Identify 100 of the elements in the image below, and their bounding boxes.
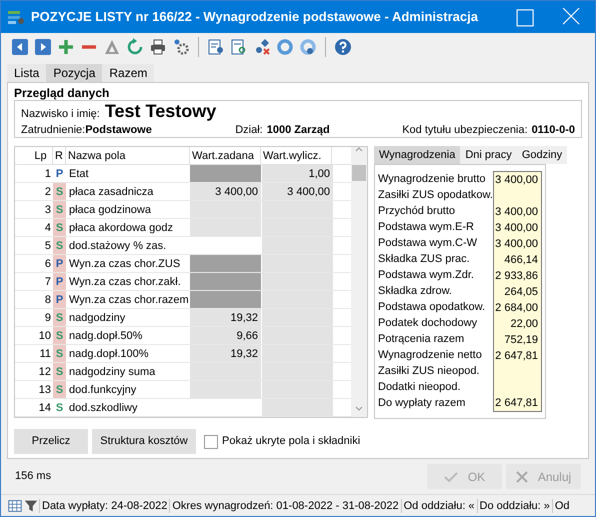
timing-text: 156 ms [15, 469, 52, 484]
row-number: 6 [44, 257, 52, 272]
tab[interactable]: Wynagrodzenia [374, 146, 460, 164]
status-text: Od oddziału: « [400, 498, 477, 512]
table-cell-text: płaca zasadnicza [68, 185, 154, 200]
value-cell[interactable] [190, 255, 261, 272]
type-label: P [53, 273, 66, 290]
summary-label: Składka zdrow. [378, 284, 453, 299]
table-cell-text: dod.stażowy % zas. [68, 239, 168, 254]
checkbox[interactable] [204, 434, 218, 448]
summary-value: 2 647,81 [494, 396, 539, 412]
value-cell: 3 400,00 [262, 183, 333, 200]
summary-label: Podstawa wym.C-W [378, 236, 478, 251]
table-icon[interactable] [7, 498, 23, 514]
cost-structure-button[interactable]: Struktura kosztów [92, 429, 196, 454]
summary-label: Przychód brutto [378, 204, 456, 219]
tab[interactable]: Godziny [516, 146, 568, 164]
table-cell-text: płaca godzinowa [68, 203, 152, 218]
summary-value: 752,19 [503, 332, 539, 348]
ring-person-icon[interactable] [299, 38, 317, 56]
value-cell[interactable]: 19,32 [190, 345, 261, 362]
value-cell[interactable] [190, 291, 261, 308]
value-cell[interactable] [190, 363, 261, 380]
summary-label: Wynagrodzenie netto [378, 348, 483, 363]
value-cell[interactable]: 19,32 [190, 309, 261, 326]
summary-value: 3 400,00 [494, 236, 539, 252]
summary-label: Podatek dochodowy [378, 316, 478, 331]
close-icon [516, 470, 528, 482]
type-label: S [53, 237, 66, 254]
value-cell: 1,00 [262, 165, 333, 182]
summary-label: Składka ZUS prac. [378, 252, 471, 267]
summary-value: 22,00 [509, 316, 539, 332]
scroll-thumb[interactable] [352, 165, 366, 181]
tab[interactable]: Razem [102, 64, 154, 82]
row-number: 5 [44, 239, 52, 254]
row-number: 9 [44, 311, 52, 326]
summary-label: Podstawa opodatkow. [378, 300, 486, 315]
row-number: 2 [44, 185, 52, 200]
status-text: Data wypłaty: 24-08-2022 [39, 498, 170, 512]
forward-icon[interactable] [34, 38, 52, 56]
table-cell-text: nadg.dopł.50% [68, 329, 144, 344]
summary-label: Podstawa wym.E-R [378, 220, 475, 235]
summary-value: 2 933,86 [494, 268, 539, 284]
row-number: 4 [44, 221, 52, 236]
table-cell-text: Wyn.za czas chor.ZUS [68, 257, 182, 272]
document-person-icon[interactable] [207, 38, 225, 56]
document-search-icon[interactable] [230, 38, 248, 56]
summary-value: 3 400,00 [494, 204, 539, 220]
table-cell-text: dod.szkodliwy [68, 401, 138, 416]
tab[interactable]: Lista [7, 64, 46, 82]
type-label: P [53, 255, 66, 272]
recalculate-button[interactable]: Przelicz [14, 429, 88, 454]
window-title: POZYCJE LISTY nr 166/22 - Wynagrodzenie podstawowe - Administracja [31, 8, 479, 26]
refresh-icon[interactable] [126, 38, 144, 56]
employee-name: Test Testowy [104, 101, 216, 121]
table-cell-text: Etat [68, 167, 90, 182]
table-cell-text: nadg.dopł.100% [68, 347, 150, 362]
column-header[interactable]: Wart.wylicz. [261, 147, 332, 164]
shapes-delete-icon[interactable] [253, 38, 271, 56]
value-cell[interactable] [190, 273, 261, 290]
scrollbar[interactable] [351, 147, 367, 417]
summary-label: Potrącenia razem [378, 332, 466, 347]
column-header[interactable]: Lp [29, 147, 53, 164]
department-value: 1000 Zarząd [266, 123, 331, 138]
ring-icon[interactable] [276, 38, 294, 56]
table-cell-text: płaca akordowa godz [68, 221, 174, 236]
triangle-icon[interactable] [103, 38, 121, 56]
type-label: S [53, 345, 66, 362]
column-header[interactable]: R [53, 147, 66, 164]
back-icon[interactable] [11, 38, 29, 56]
row-number: 11 [38, 347, 52, 362]
type-label: S [53, 363, 66, 380]
column-header[interactable]: Wart.zadana [190, 147, 261, 164]
value-cell[interactable] [190, 201, 261, 218]
summary-label: Zasiłki ZUS nieopod. [378, 364, 480, 379]
summary-value: 466,14 [503, 252, 539, 268]
checkbox-label: Pokaż ukryte pola i składniki [222, 434, 360, 450]
filter-icon[interactable] [23, 498, 39, 514]
summary-value: 264,05 [503, 284, 539, 300]
tab[interactable]: Dni pracy [460, 146, 517, 164]
row-number: 10 [38, 329, 52, 344]
summary-label: Wynagrodzenie brutto [378, 172, 487, 187]
value-cell[interactable]: 3 400,00 [190, 183, 261, 200]
printer-icon[interactable] [149, 38, 167, 56]
type-label: S [53, 381, 66, 398]
plus-icon[interactable] [57, 38, 75, 56]
value-cell[interactable] [190, 381, 261, 398]
employment-value: Podstawowe [85, 123, 153, 138]
summary-value: 2 647,81 [494, 348, 539, 364]
column-header[interactable]: Nazwa pola [66, 147, 190, 164]
insurance-value: 0110-0-0 [532, 123, 575, 138]
value-cell[interactable]: 9,66 [190, 327, 261, 344]
summary-value: 3 400,00 [494, 173, 539, 188]
tab[interactable]: Pozycja [46, 64, 102, 82]
type-label: P [54, 167, 64, 182]
row-number: 1 [44, 167, 52, 182]
value-cell[interactable] [190, 219, 261, 236]
help-icon[interactable] [334, 38, 352, 56]
department-label: Dział: [235, 123, 263, 138]
value-cell[interactable] [190, 165, 261, 182]
